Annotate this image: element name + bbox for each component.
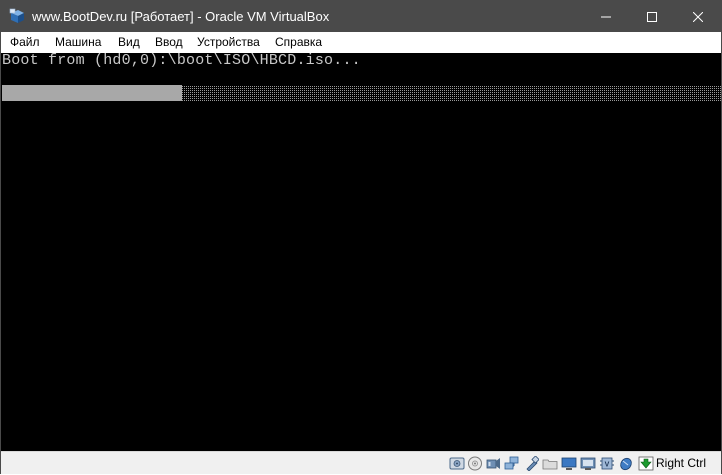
host-key-arrow-icon bbox=[638, 456, 654, 471]
boot-progress-fill bbox=[2, 85, 182, 101]
menu-devices[interactable]: Устройства bbox=[197, 35, 260, 50]
maximize-button[interactable] bbox=[629, 1, 675, 32]
hard-disk-icon[interactable] bbox=[449, 456, 465, 471]
menu-help[interactable]: Справка bbox=[275, 35, 322, 50]
shared-folders-icon[interactable] bbox=[542, 456, 558, 471]
close-button[interactable] bbox=[675, 1, 721, 32]
cpu-icon[interactable]: V bbox=[599, 456, 615, 471]
svg-text:V: V bbox=[605, 462, 610, 469]
audio-icon[interactable] bbox=[486, 456, 502, 471]
vm-screen[interactable]: Boot from (hd0,0):\boot\ISO\HBCD.iso... bbox=[1, 53, 721, 451]
virtualbox-window: www.BootDev.ru [Работает] - Oracle VM Vi… bbox=[0, 0, 722, 474]
network-icon[interactable] bbox=[504, 456, 520, 471]
maximize-icon bbox=[647, 11, 657, 22]
usb-icon[interactable] bbox=[523, 455, 540, 472]
menu-machine[interactable]: Машина bbox=[55, 35, 101, 50]
minimize-icon bbox=[601, 16, 611, 17]
menu-file[interactable]: Файл bbox=[10, 35, 40, 50]
video-capture-icon[interactable] bbox=[580, 456, 596, 471]
mouse-integration-icon[interactable] bbox=[618, 456, 634, 471]
display-icon[interactable] bbox=[561, 456, 577, 471]
close-icon bbox=[693, 11, 703, 22]
host-key-label[interactable]: Right Ctrl bbox=[656, 456, 706, 471]
optical-drive-icon[interactable] bbox=[467, 456, 483, 471]
menu-view[interactable]: Вид bbox=[118, 35, 140, 50]
boot-progress-bar bbox=[2, 85, 721, 101]
minimize-button[interactable] bbox=[583, 1, 629, 32]
status-bar: V Right Ctrl bbox=[1, 451, 721, 474]
boot-message: Boot from (hd0,0):\boot\ISO\HBCD.iso... bbox=[2, 53, 361, 69]
virtualbox-app-icon[interactable] bbox=[9, 8, 26, 25]
menu-input[interactable]: Ввод bbox=[155, 35, 183, 50]
window-title: www.BootDev.ru [Работает] - Oracle VM Vi… bbox=[32, 9, 330, 24]
menu-bar: Файл Машина Вид Ввод Устройства Справка bbox=[1, 32, 721, 53]
title-bar[interactable]: www.BootDev.ru [Работает] - Oracle VM Vi… bbox=[1, 1, 721, 32]
